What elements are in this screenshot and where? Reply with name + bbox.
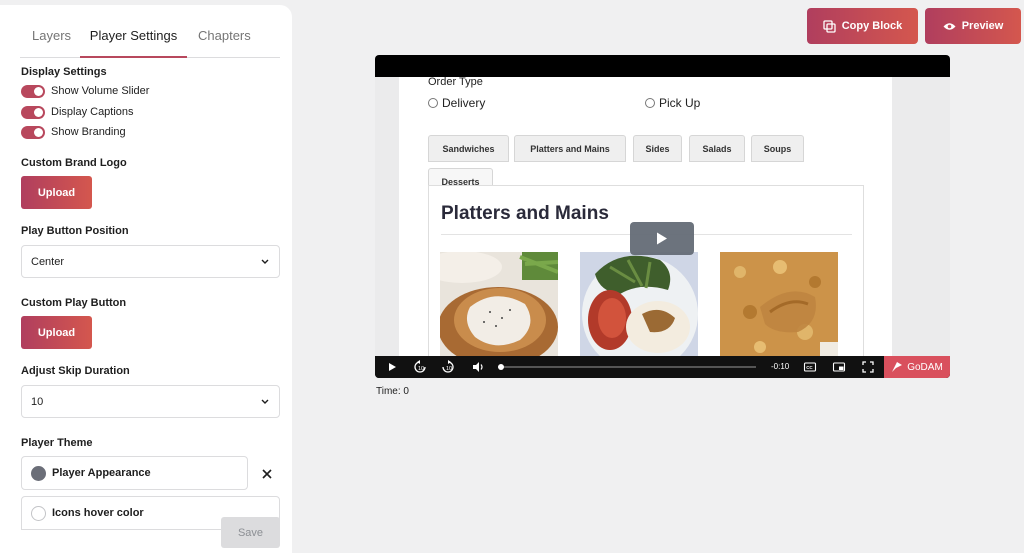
godam-logo-icon bbox=[892, 362, 903, 372]
color-swatch bbox=[31, 465, 46, 481]
upload-play-button-button[interactable]: Upload bbox=[21, 316, 92, 349]
food-tab: Soups bbox=[751, 135, 804, 162]
skip-forward-icon[interactable]: 10 bbox=[441, 360, 455, 374]
svg-text:10: 10 bbox=[418, 366, 424, 372]
color-swatch bbox=[31, 505, 46, 521]
play-icon[interactable] bbox=[385, 360, 399, 374]
select-value: Center bbox=[31, 255, 65, 268]
tab-player-settings[interactable]: Player Settings bbox=[80, 27, 187, 58]
toggle-label: Show Branding bbox=[51, 126, 126, 138]
toggle-label: Display Captions bbox=[51, 106, 134, 118]
eye-icon bbox=[943, 22, 956, 30]
toggle-volume-slider[interactable]: Show Volume Slider bbox=[21, 84, 149, 98]
food-tab: Salads bbox=[689, 135, 745, 162]
food-tab: Platters and Mains bbox=[514, 135, 626, 162]
godam-branding[interactable]: GoDAM bbox=[884, 356, 950, 378]
player-appearance-label: Player Appearance bbox=[52, 467, 151, 479]
video-player[interactable]: Order Type Delivery Pick Up Sandwiches P… bbox=[375, 55, 950, 378]
menu-heading: Platters and Mains bbox=[441, 203, 609, 224]
tab-chapters[interactable]: Chapters bbox=[198, 27, 251, 58]
menu-section: Platters and Mains bbox=[428, 185, 864, 356]
picture-in-picture-icon[interactable] bbox=[832, 360, 846, 374]
play-button-position-title: Play Button Position bbox=[21, 225, 129, 237]
player-appearance-color[interactable]: Player Appearance bbox=[21, 456, 248, 490]
copy-block-button[interactable]: Copy Block bbox=[807, 8, 918, 44]
toggle-display-captions[interactable]: Display Captions bbox=[21, 105, 134, 119]
copy-block-label: Copy Block bbox=[841, 20, 903, 32]
save-button[interactable]: Save bbox=[221, 517, 280, 548]
food-tab: Sandwiches bbox=[428, 135, 509, 162]
play-button-position-select[interactable]: Center bbox=[21, 245, 280, 278]
food-image bbox=[440, 252, 558, 356]
time-readout: Time: 0 bbox=[376, 386, 409, 397]
big-play-button[interactable] bbox=[630, 222, 694, 255]
video-page-content: Order Type Delivery Pick Up Sandwiches P… bbox=[399, 77, 892, 356]
chevron-down-icon bbox=[261, 399, 269, 404]
svg-text:10: 10 bbox=[446, 366, 452, 372]
skip-duration-title: Adjust Skip Duration bbox=[21, 365, 130, 377]
upload-brand-logo-button[interactable]: Upload bbox=[21, 176, 92, 209]
volume-icon[interactable] bbox=[471, 360, 485, 374]
play-icon bbox=[657, 232, 667, 245]
toggle-switch[interactable] bbox=[21, 105, 45, 119]
toggle-switch[interactable] bbox=[21, 125, 45, 139]
tab-layers[interactable]: Layers bbox=[32, 27, 71, 58]
player-controls: 10 10 -0:10 CC GoDAM bbox=[375, 356, 950, 378]
order-type-label: Order Type bbox=[428, 77, 483, 88]
food-image bbox=[720, 252, 838, 356]
radio-delivery: Delivery bbox=[428, 96, 485, 110]
display-settings-title: Display Settings bbox=[21, 66, 107, 78]
time-remaining: -0:10 bbox=[771, 362, 790, 371]
radio-pick-up: Pick Up bbox=[645, 96, 700, 110]
chevron-down-icon bbox=[261, 259, 269, 264]
icons-hover-label: Icons hover color bbox=[52, 507, 144, 519]
progress-handle[interactable] bbox=[498, 364, 504, 370]
skip-duration-select[interactable]: 10 bbox=[21, 385, 280, 418]
skip-back-icon[interactable]: 10 bbox=[413, 360, 427, 374]
copy-icon bbox=[823, 19, 836, 33]
settings-tabs: Layers Player Settings Chapters bbox=[20, 27, 280, 58]
select-value: 10 bbox=[31, 395, 44, 408]
progress-bar[interactable] bbox=[498, 364, 756, 370]
toggle-show-branding[interactable]: Show Branding bbox=[21, 125, 126, 139]
food-tab: Sides bbox=[633, 135, 682, 162]
custom-play-button-title: Custom Play Button bbox=[21, 297, 127, 309]
svg-text:CC: CC bbox=[806, 365, 813, 370]
preview-label: Preview bbox=[961, 20, 1004, 32]
brand-logo-title: Custom Brand Logo bbox=[21, 157, 127, 169]
food-image bbox=[580, 252, 698, 356]
toggle-label: Show Volume Slider bbox=[51, 85, 150, 97]
video-frame: Order Type Delivery Pick Up Sandwiches P… bbox=[375, 77, 950, 356]
player-theme-title: Player Theme bbox=[21, 437, 93, 449]
close-icon[interactable] bbox=[261, 468, 273, 480]
brand-label: GoDAM bbox=[907, 361, 943, 373]
captions-icon[interactable]: CC bbox=[803, 360, 817, 374]
fullscreen-icon[interactable] bbox=[861, 360, 875, 374]
toggle-switch[interactable] bbox=[21, 84, 45, 98]
preview-button[interactable]: Preview bbox=[925, 8, 1021, 44]
